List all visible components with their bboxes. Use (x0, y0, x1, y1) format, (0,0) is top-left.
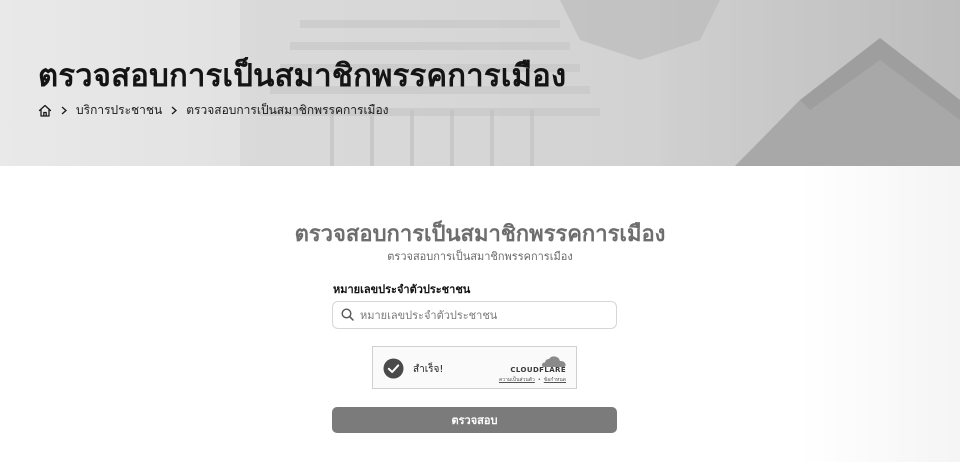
cloudflare-brand-text: CLOUDFLARE (510, 366, 566, 374)
id-number-field[interactable] (332, 301, 617, 329)
hero-banner: ตรวจสอบการเป็นสมาชิกพรรคการเมือง บริการป… (0, 0, 960, 166)
page-title: ตรวจสอบการเป็นสมาชิกพรรคการเมือง (38, 58, 567, 94)
chevron-right-icon (171, 106, 178, 115)
cloudflare-turnstile-widget[interactable]: สำเร็จ! CLOUDFLARE ความเป็นส่วนตัว • ข้อ… (372, 346, 577, 389)
terms-link[interactable]: ข้อกำหนด (544, 376, 566, 384)
home-icon[interactable] (38, 104, 52, 117)
breadcrumb-item-services[interactable]: บริการประชาชน (76, 101, 162, 120)
form-title: ตรวจสอบการเป็นสมาชิกพรรคการเมือง (294, 222, 666, 247)
privacy-link[interactable]: ความเป็นส่วนตัว (499, 376, 535, 384)
background-fade (800, 166, 960, 462)
check-circle-icon (383, 358, 404, 383)
breadcrumb: บริการประชาชน ตรวจสอบการเป็นสมาชิกพรรคกา… (38, 101, 389, 119)
breadcrumb-item-current: ตรวจสอบการเป็นสมาชิกพรรคการเมือง (186, 102, 389, 117)
id-number-input[interactable] (360, 308, 616, 322)
search-icon (341, 306, 354, 325)
check-button[interactable]: ตรวจสอบ (332, 407, 617, 433)
form-subtitle: ตรวจสอบการเป็นสมาชิกพรรคการเมือง (387, 250, 573, 263)
captcha-links: ความเป็นส่วนตัว • ข้อกำหนด (499, 376, 566, 384)
link-separator: • (537, 377, 541, 383)
captcha-status: สำเร็จ! (413, 364, 444, 375)
chevron-right-icon (61, 106, 67, 115)
id-number-label: หมายเลขประจำตัวประชาชน (333, 283, 471, 296)
